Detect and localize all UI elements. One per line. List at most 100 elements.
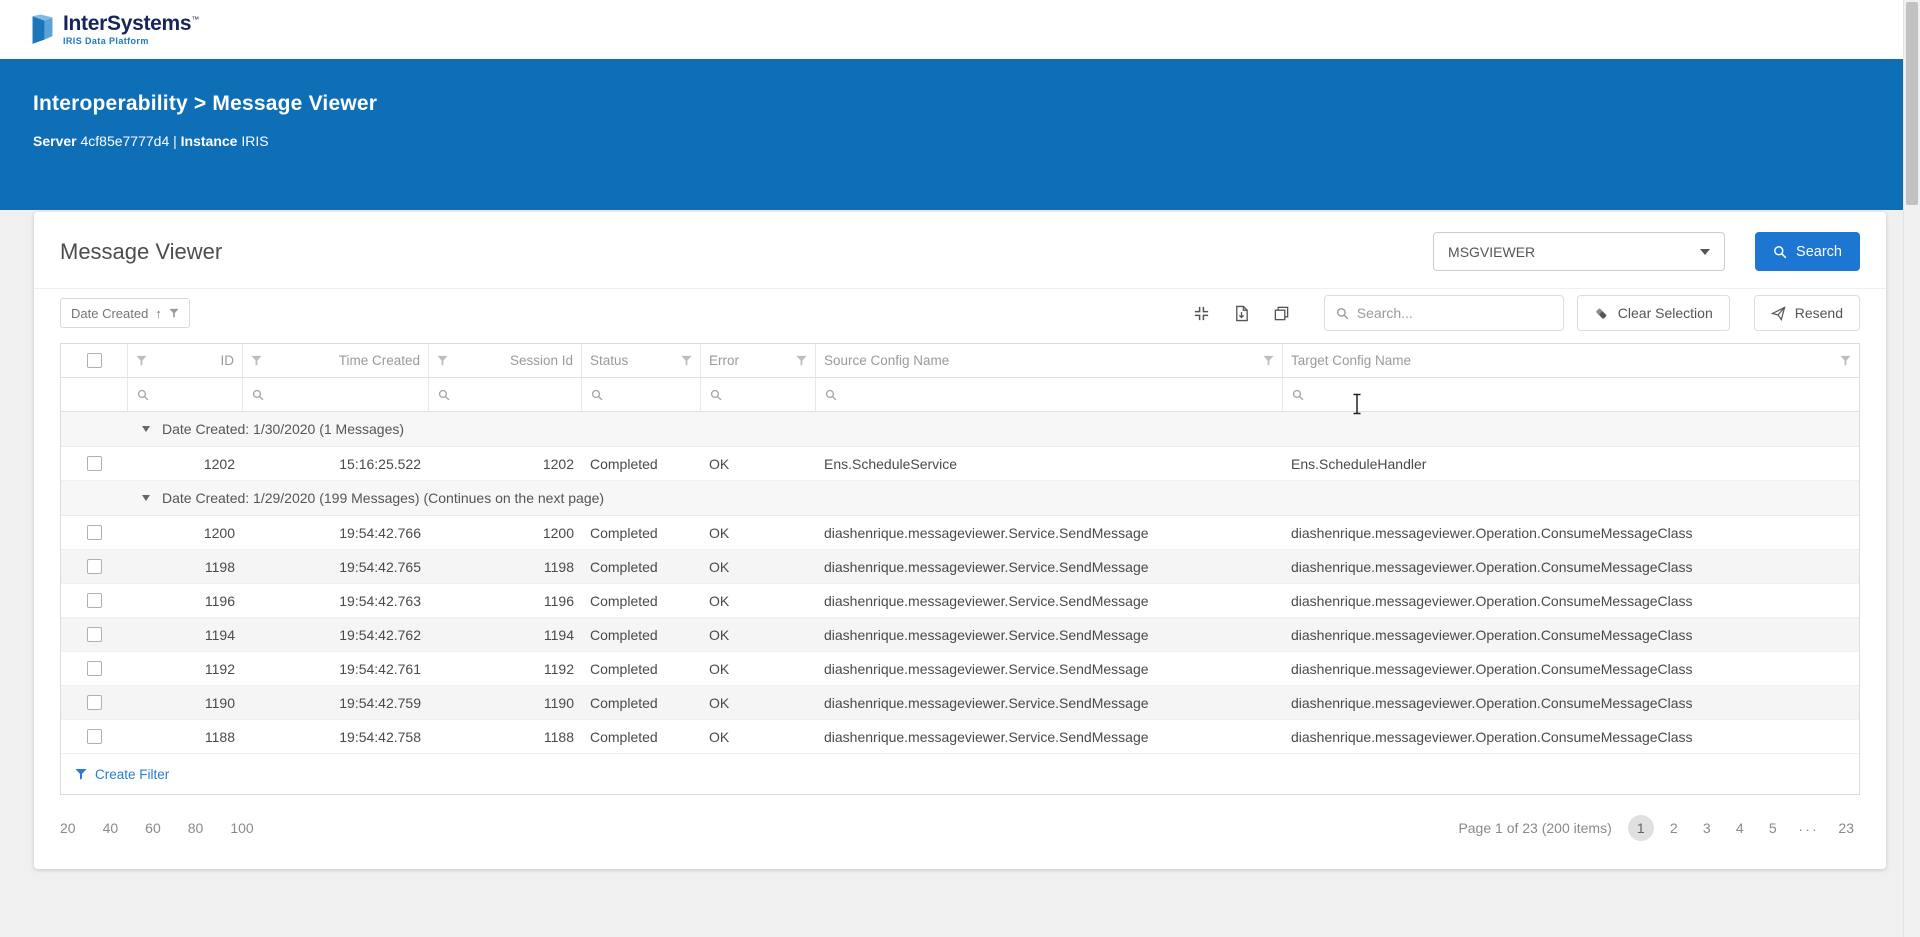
page-size-60[interactable]: 60 [145,820,161,836]
filter-input-id[interactable] [128,378,243,411]
column-header-session-id[interactable]: Session Id [429,344,582,377]
grid-search-box [1323,295,1564,331]
cell-status: Completed [590,592,658,609]
column-header-time-created[interactable]: Time Created [243,344,429,377]
collapse-arrow-icon[interactable] [142,495,150,501]
cell-id: 1198 [204,558,235,575]
cell-source: Ens.ScheduleService [824,455,958,472]
search-icon [710,389,722,401]
column-header-source-config-name[interactable]: Source Config Name [816,344,1283,377]
scrollbar-thumb[interactable] [1906,2,1918,205]
export-button[interactable] [1222,297,1262,329]
card-title: Message Viewer [60,238,223,264]
cell-time: 15:16:25.522 [339,455,421,472]
row-checkbox[interactable] [87,661,102,676]
search-icon [591,389,603,401]
filter-funnel-icon [1263,355,1274,366]
cell-target: diashenrique.messageviewer.Operation.Con… [1291,592,1693,609]
filter-input-target-config-name[interactable] [1283,378,1859,411]
collapse-all-button[interactable] [1182,297,1222,329]
search-icon [825,389,837,401]
clear-selection-button[interactable]: Clear Selection [1576,295,1730,331]
row-checkbox[interactable] [87,695,102,710]
page-button-3[interactable]: 3 [1694,815,1720,841]
column-chooser-icon [1274,306,1289,320]
filter-input-session-id[interactable] [429,378,582,411]
cell-source: diashenrique.messageviewer.Service.SendM… [824,694,1149,711]
collapse-all-icon [1195,306,1209,320]
page-size-100[interactable]: 100 [230,820,253,836]
cell-session: 1198 [543,558,574,575]
brand-name: InterSystems™ [63,11,199,35]
row-checkbox[interactable] [87,627,102,642]
row-checkbox[interactable] [87,559,102,574]
filter-input-source-config-name[interactable] [816,378,1283,411]
cell-status: Completed [590,455,658,472]
page-ellipsis: ... [1798,818,1820,834]
cell-target: diashenrique.messageviewer.Operation.Con… [1291,660,1693,677]
resend-button[interactable]: Resend [1753,295,1860,331]
page-button-1[interactable]: 1 [1627,815,1654,841]
page-button-23[interactable]: 23 [1832,815,1860,841]
instance-label: Instance [180,133,238,149]
cell-target: Ens.ScheduleHandler [1291,455,1427,472]
group-row[interactable]: Date Created: 1/29/2020 (199 Messages) (… [61,481,1859,516]
table-row[interactable]: 1202 15:16:25.522 1202 Completed OK Ens.… [61,447,1859,481]
table-row[interactable]: 1188 19:54:42.758 1188 Completed OK dias… [61,720,1859,754]
row-checkbox[interactable] [87,456,102,471]
group-by-chip[interactable]: Date Created ↑ [60,298,190,328]
grid-header-row: ID Time Created Session Id Status Error … [61,344,1859,378]
group-row[interactable]: Date Created: 1/30/2020 (1 Messages) [61,412,1859,447]
cell-id: 1202 [203,455,235,472]
breadcrumb-title: Interoperability > Message Viewer [33,92,378,115]
table-row[interactable]: 1192 19:54:42.761 1192 Completed OK dias… [61,652,1859,686]
select-all-checkbox[interactable] [86,353,102,368]
table-row[interactable]: 1198 19:54:42.765 1198 Completed OK dias… [61,550,1859,584]
cell-session: 1202 [542,455,574,472]
grid-search-input[interactable] [1356,305,1552,321]
page-button-5[interactable]: 5 [1760,815,1786,841]
column-chooser-button[interactable] [1262,297,1302,329]
row-checkbox[interactable] [87,729,102,744]
row-checkbox-cell [61,686,128,719]
column-header-id[interactable]: ID [128,344,243,377]
cell-time: 19:54:42.758 [339,728,421,745]
cell-id: 1190 [204,694,235,711]
vertical-scrollbar[interactable] [1903,0,1920,937]
send-icon [1770,305,1786,321]
table-row[interactable]: 1196 19:54:42.763 1196 Completed OK dias… [61,584,1859,618]
page-size-20[interactable]: 20 [60,820,76,836]
row-checkbox[interactable] [87,525,102,540]
page-size-80[interactable]: 80 [188,820,204,836]
namespace-select[interactable]: MSGVIEWER [1433,232,1726,271]
column-header-status[interactable]: Status [582,344,701,377]
filter-input-status[interactable] [582,378,701,411]
row-checkbox[interactable] [87,593,102,608]
table-row[interactable]: 1200 19:54:42.766 1200 Completed OK dias… [61,516,1859,550]
cell-error: OK [709,455,730,472]
cell-error: OK [709,728,730,745]
page-button-4[interactable]: 4 [1727,815,1753,841]
search-icon [1773,245,1787,259]
messages-grid: ID Time Created Session Id Status Error … [60,343,1860,795]
search-button[interactable]: Search [1755,232,1860,271]
sort-ascending-icon: ↑ [155,305,162,321]
cell-id: 1192 [204,660,235,677]
cell-id: 1200 [203,524,235,541]
collapse-arrow-icon[interactable] [142,426,150,432]
intersystems-logo[interactable]: InterSystems™ IRIS Data Platform [29,11,199,46]
filter-funnel-icon [251,355,262,366]
pager: 20 40 60 80 100 Page 1 of 23 (200 items) 123… [34,795,1886,869]
filter-input-time-created[interactable] [243,378,429,411]
create-filter-link[interactable]: Create Filter [61,754,1859,794]
page-button-2[interactable]: 2 [1661,815,1687,841]
table-row[interactable]: 1190 19:54:42.759 1190 Completed OK dias… [61,686,1859,720]
column-header-error[interactable]: Error [701,344,816,377]
cell-error: OK [709,660,730,677]
page-size-40[interactable]: 40 [103,820,119,836]
table-row[interactable]: 1194 19:54:42.762 1194 Completed OK dias… [61,618,1859,652]
top-app-bar: InterSystems™ IRIS Data Platform [0,0,1920,59]
column-header-target-config-name[interactable]: Target Config Name [1283,344,1859,377]
search-icon [1336,307,1349,320]
filter-input-error[interactable] [701,378,816,411]
